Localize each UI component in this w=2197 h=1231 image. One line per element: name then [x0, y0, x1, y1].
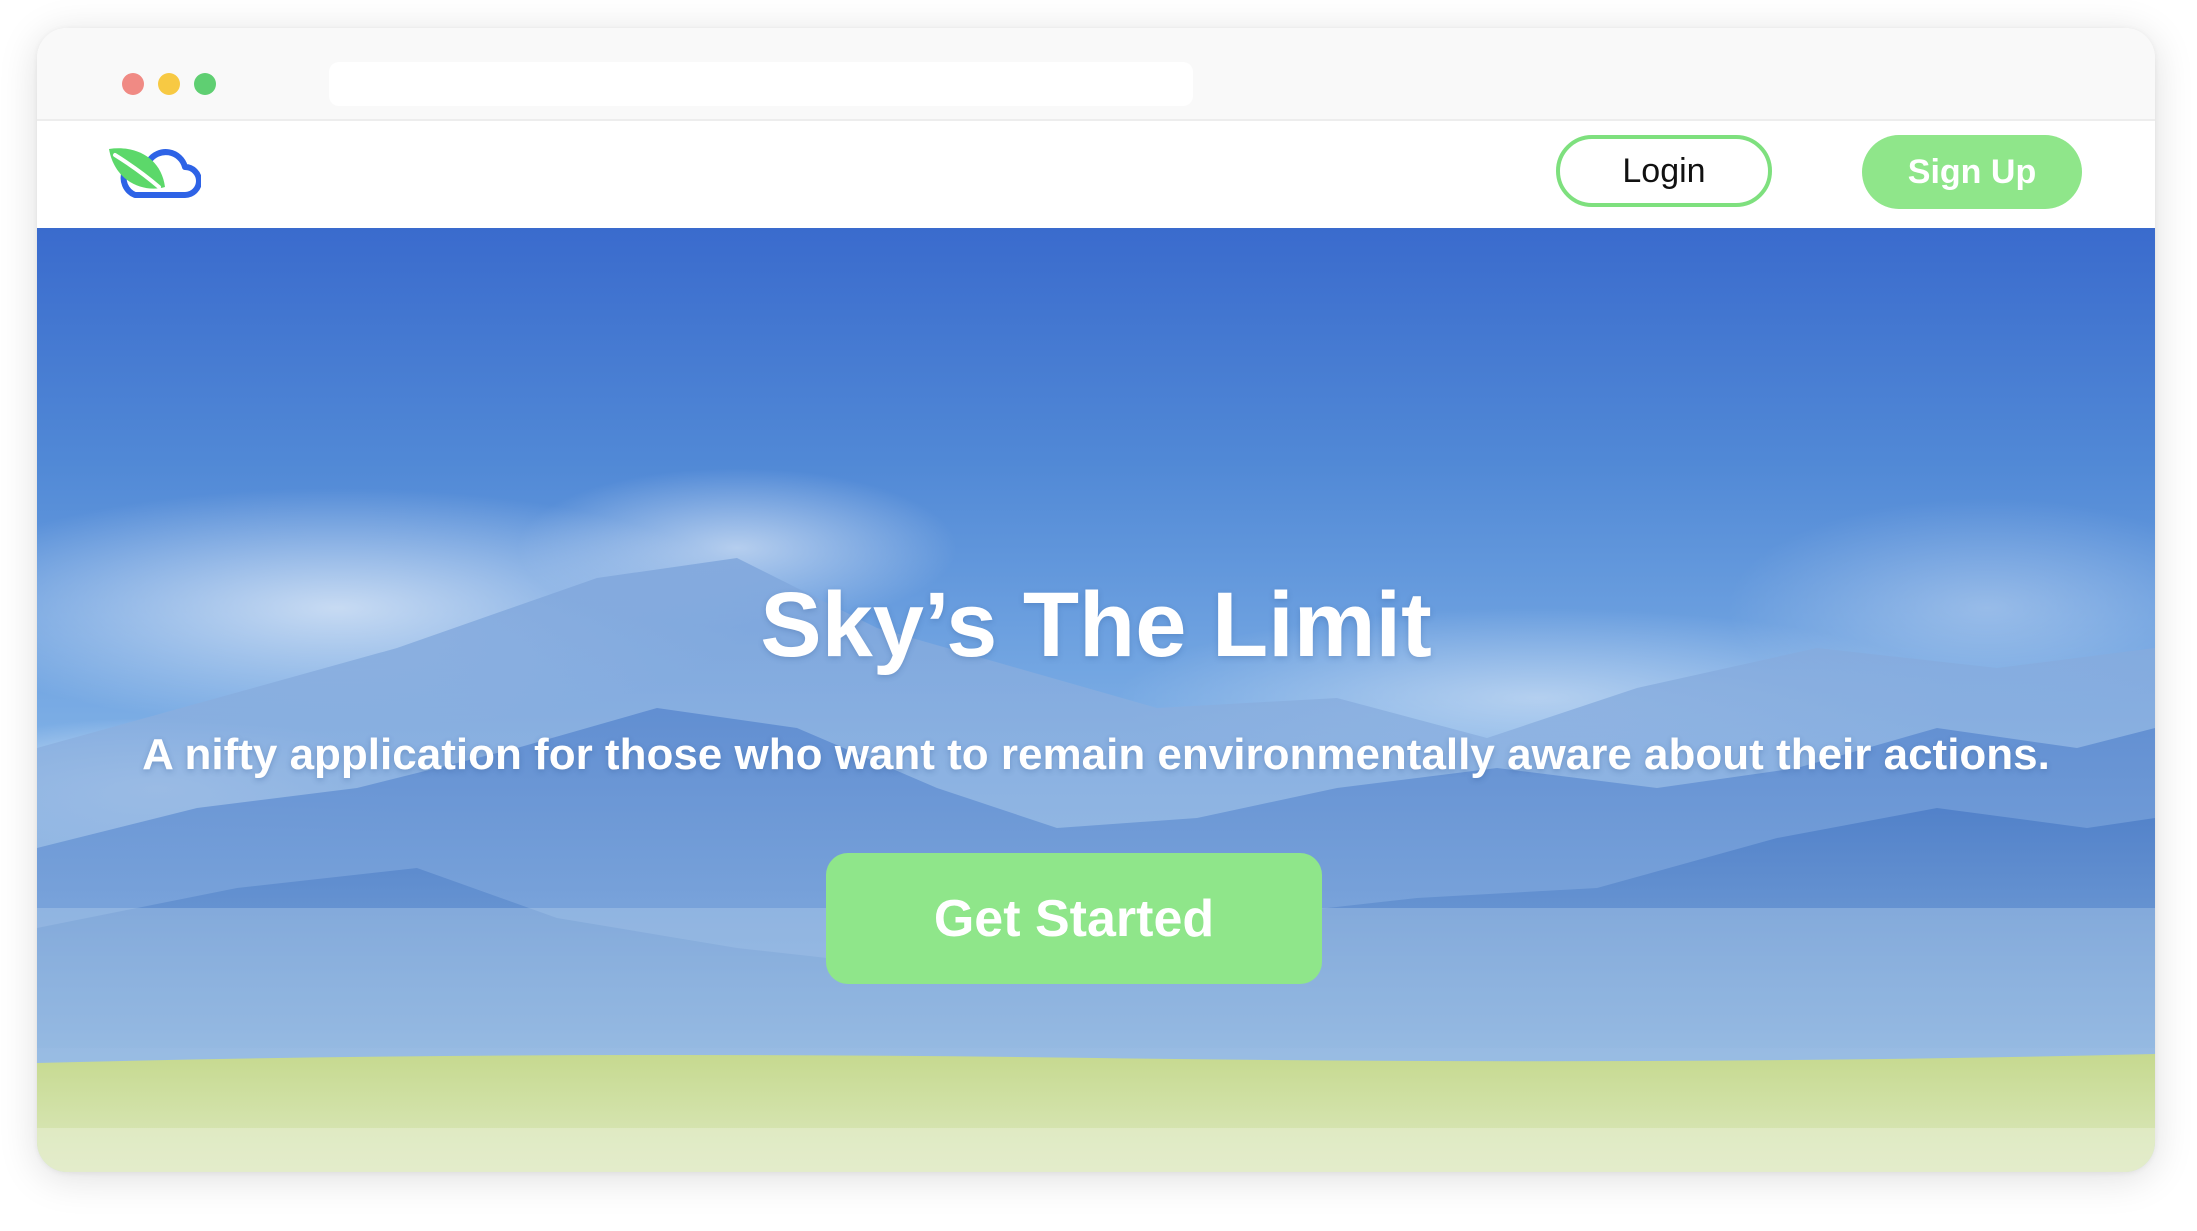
hero-subtitle: A nifty application for those who want t… — [142, 730, 2050, 779]
get-started-button[interactable]: Get Started — [826, 853, 1322, 984]
address-bar[interactable] — [329, 62, 1193, 106]
login-button[interactable]: Login — [1556, 135, 1772, 207]
landscape-background-image — [37, 228, 2155, 1172]
sign-up-button[interactable]: Sign Up — [1862, 135, 2082, 209]
site-navbar: Login Sign Up — [37, 121, 2155, 228]
hero-title: Sky’s The Limit — [760, 574, 1432, 676]
browser-chrome — [37, 28, 2155, 121]
close-window-button[interactable] — [122, 73, 144, 95]
minimize-window-button[interactable] — [158, 73, 180, 95]
maximize-window-button[interactable] — [194, 73, 216, 95]
hero-section: Sky’s The Limit A nifty application for … — [37, 228, 2155, 1172]
browser-window: Login Sign Up Sky’s The Limit A nifty ap… — [37, 28, 2155, 1172]
leaf-cloud-logo-icon[interactable] — [105, 143, 202, 203]
